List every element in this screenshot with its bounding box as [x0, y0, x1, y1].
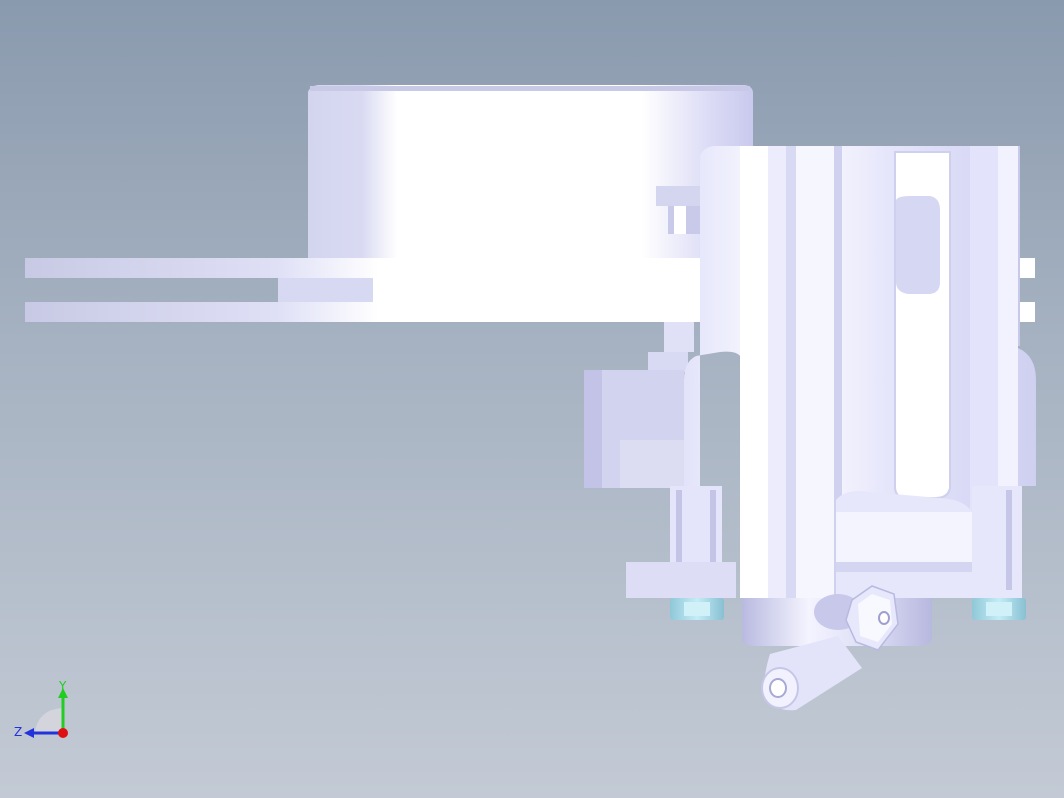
bolt-column-right: [972, 486, 1022, 598]
nut-right[interactable]: [972, 598, 1026, 620]
plate-spacer: [278, 278, 738, 302]
axis-triad: Y Z: [14, 679, 68, 739]
cad-viewport[interactable]: [0, 0, 1064, 798]
bolt-column-left: [626, 486, 736, 598]
tube-fitting[interactable]: [761, 636, 862, 711]
x-axis-dot: [58, 728, 68, 738]
nut-left[interactable]: [670, 598, 724, 620]
triad-arc: [35, 708, 62, 732]
z-axis-label: Z: [14, 725, 22, 739]
top-cylinder[interactable]: [308, 85, 753, 262]
side-block[interactable]: [584, 370, 684, 488]
y-axis-label: Y: [58, 679, 67, 693]
z-arrowhead: [24, 728, 34, 738]
